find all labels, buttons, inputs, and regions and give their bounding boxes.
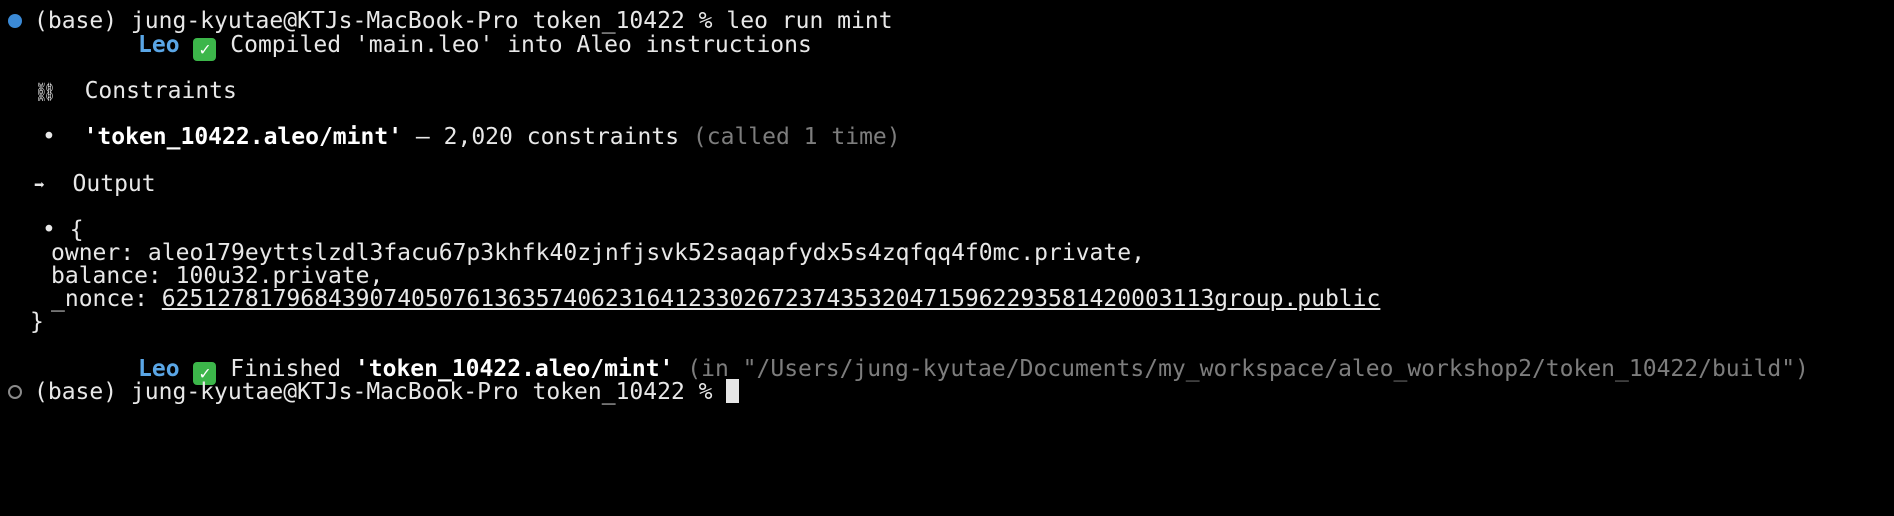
nonce-label: _nonce:	[51, 286, 148, 312]
output-close-line: }	[30, 308, 44, 336]
constraint-program: 'token_10422.aleo/mint'	[83, 124, 403, 150]
output-heading: Output	[72, 171, 156, 197]
green-check-icon: ✓	[193, 38, 217, 61]
chain-icon: ⛓	[34, 82, 57, 103]
constraints-heading-line: ⛓ Constraints	[34, 77, 237, 105]
prompt-line[interactable]: (base) jung-kyutae@KTJs-MacBook-Pro toke…	[34, 378, 740, 406]
output-close-brace: }	[30, 309, 44, 335]
compile-line: Leo ✓ Compiled 'main.leo' into Aleo inst…	[138, 31, 812, 61]
nonce-link[interactable]: 6251278179684390740507613635740623164123…	[162, 286, 1381, 312]
output-nonce-line: _nonce: 62512781796843907405076136357406…	[51, 285, 1380, 313]
compile-message: Compiled 'main.leo' into Aleo instructio…	[230, 32, 812, 58]
shell-prompt: (base) jung-kyutae@KTJs-MacBook-Pro toke…	[34, 379, 713, 405]
finish-path: (in "/Users/jung-kyutae/Documents/my_wor…	[687, 356, 1809, 382]
constraint-dash: –	[415, 124, 430, 150]
constraint-called: (called 1 time)	[692, 124, 901, 150]
text-cursor	[726, 379, 740, 403]
command-success-marker[interactable]	[8, 14, 22, 28]
command-pending-marker[interactable]	[8, 385, 22, 399]
arrow-icon: ➡	[34, 175, 45, 196]
constraints-heading: Constraints	[84, 78, 237, 104]
bullet-icon: •	[42, 124, 56, 150]
constraint-count: 2,020 constraints	[443, 124, 680, 150]
leo-tag: Leo	[138, 32, 180, 58]
constraint-item: • 'token_10422.aleo/mint' – 2,020 constr…	[42, 123, 901, 151]
output-heading-line: ➡ Output	[34, 170, 156, 198]
